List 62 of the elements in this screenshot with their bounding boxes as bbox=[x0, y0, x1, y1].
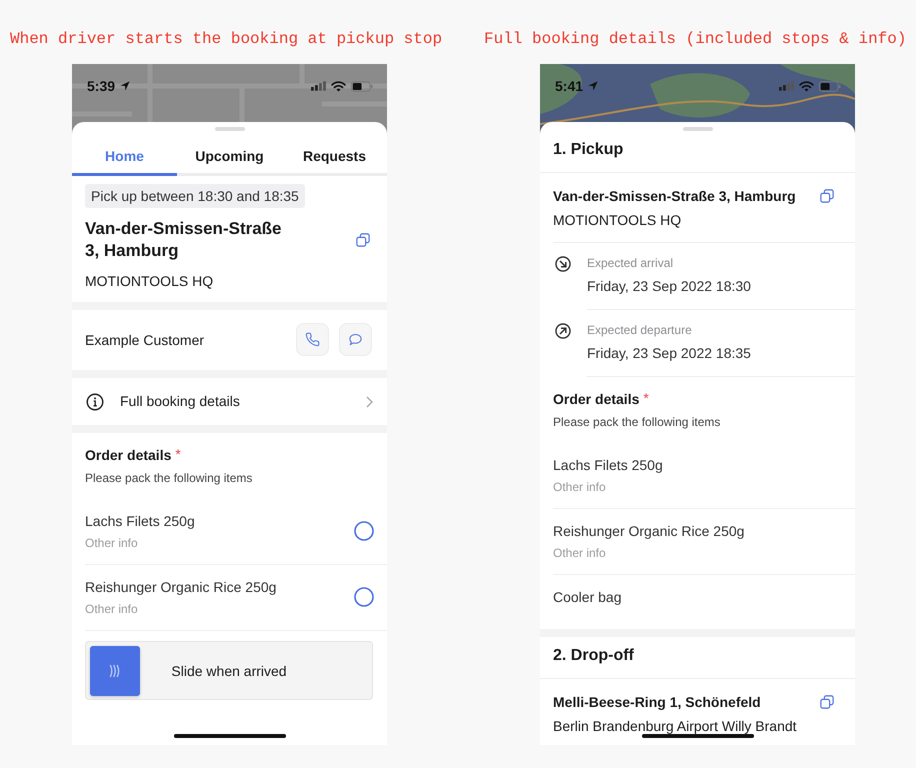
customer-name: Example Customer bbox=[85, 330, 206, 348]
info-icon bbox=[86, 392, 104, 410]
location-arrow-icon bbox=[588, 81, 598, 91]
slider-label: Slide when arrived bbox=[171, 662, 287, 680]
slide-handle[interactable] bbox=[90, 646, 140, 696]
copy-icon[interactable] bbox=[820, 695, 834, 709]
screen-caption: Full booking details (included stops & info) bbox=[484, 30, 908, 48]
radio-button[interactable] bbox=[354, 587, 374, 607]
stop-place-name: MOTIONTOOLS HQ bbox=[553, 211, 682, 230]
pickup-window-label: Pick up between 18:30 and 18:35 bbox=[85, 184, 305, 208]
item-name: Cooler bag bbox=[553, 588, 622, 607]
battery-icon bbox=[351, 80, 373, 92]
item-info: Other info bbox=[553, 545, 607, 561]
phone-icon bbox=[305, 332, 320, 347]
tab[interactable]: Upcoming bbox=[177, 131, 282, 176]
chevron-right-icon bbox=[366, 396, 373, 408]
section-subtitle: Please pack the following items bbox=[553, 414, 722, 430]
item-info: Other info bbox=[85, 601, 139, 617]
stop-address: Van-der-Smissen-Straße 3, Hamburg bbox=[553, 187, 796, 206]
location-arrow-icon bbox=[120, 81, 130, 91]
item-name: Reishunger Organic Rice 250g bbox=[85, 578, 278, 597]
required-mark: * bbox=[175, 446, 181, 462]
wifi-icon bbox=[799, 80, 814, 92]
item-name: Lachs Filets 250g bbox=[85, 512, 196, 531]
slide-track[interactable]: Slide when arrived bbox=[85, 641, 373, 700]
stop-address: Melli-Beese-Ring 1, Schönefeld bbox=[553, 693, 761, 712]
time-value: Friday, 23 Sep 2022 18:30 bbox=[587, 277, 752, 296]
screen-caption: When driver starts the booking at pickup stop bbox=[10, 30, 444, 48]
status-time: 5:39 bbox=[87, 78, 116, 94]
time-value: Friday, 23 Sep 2022 18:35 bbox=[587, 344, 752, 363]
stop-address: Van-der-Smissen-Straße 3, Hamburg bbox=[85, 218, 283, 262]
stop-place-name: MOTIONTOOLS HQ bbox=[85, 272, 214, 290]
section-subtitle: Please pack the following items bbox=[85, 470, 254, 486]
drag-handle[interactable] bbox=[214, 127, 244, 131]
radio-button[interactable] bbox=[354, 521, 374, 541]
required-mark: * bbox=[643, 390, 649, 406]
full-booking-details-link[interactable]: Full booking details bbox=[72, 378, 387, 425]
chevrons-icon bbox=[109, 663, 121, 679]
stop-title: 1. Pickup bbox=[540, 131, 855, 173]
call-button[interactable] bbox=[296, 323, 329, 356]
chat-bubble-icon bbox=[348, 332, 363, 347]
battery-icon bbox=[819, 80, 841, 92]
signal-icon bbox=[311, 81, 326, 91]
stop-title: 2. Drop-off bbox=[540, 637, 855, 679]
section-title: Order details bbox=[553, 390, 640, 408]
wifi-icon bbox=[331, 80, 346, 92]
message-button[interactable] bbox=[339, 323, 372, 356]
time-label: Expected arrival bbox=[587, 256, 674, 271]
copy-icon[interactable] bbox=[820, 189, 834, 203]
item-name: Lachs Filets 250g bbox=[553, 456, 664, 475]
copy-icon[interactable] bbox=[356, 233, 370, 247]
stop-place-name: Berlin Brandenburg Airport Willy Brandt bbox=[553, 717, 798, 736]
drag-handle[interactable] bbox=[682, 127, 712, 131]
tab[interactable]: Home bbox=[72, 131, 177, 176]
item-info: Other info bbox=[85, 535, 139, 551]
item-name: Reishunger Organic Rice 250g bbox=[553, 522, 746, 541]
time-label: Expected departure bbox=[587, 323, 693, 338]
status-time: 5:41 bbox=[555, 78, 584, 94]
signal-icon bbox=[779, 81, 794, 91]
item-info: Other info bbox=[553, 479, 607, 495]
section-title: Order details bbox=[85, 446, 172, 464]
tab[interactable]: Requests bbox=[282, 131, 387, 176]
